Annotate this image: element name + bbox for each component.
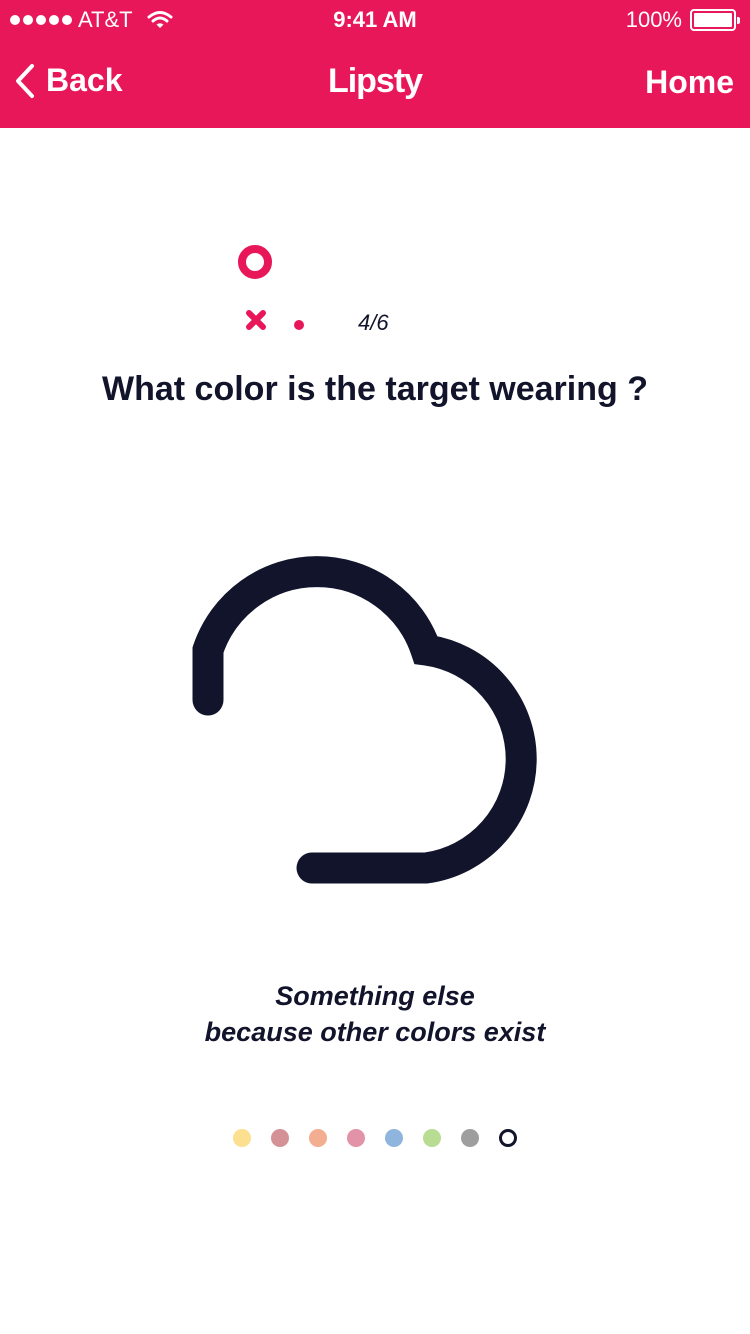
swatch-yellow[interactable] <box>233 1129 251 1147</box>
status-bar: AT&T 9:41 AM 100% <box>0 0 750 40</box>
step-counter: 4/6 <box>358 310 389 335</box>
home-button[interactable]: Home <box>645 64 734 101</box>
status-right: 100% <box>625 7 740 33</box>
app-header: AT&T 9:41 AM 100% Back Lipsty Home <box>0 0 750 128</box>
current-step-dot <box>294 320 304 330</box>
nav-bar: Back Lipsty Home <box>0 40 750 128</box>
swatch-mauve[interactable] <box>271 1129 289 1147</box>
swatch-peach[interactable] <box>309 1129 327 1147</box>
wrong-answer-icon <box>246 310 266 330</box>
swatch-blue[interactable] <box>385 1129 403 1147</box>
color-swatches <box>0 1129 750 1147</box>
answer-line-2: because other colors exist <box>204 1017 546 1047</box>
answer-line-1: Something else <box>275 981 475 1011</box>
answer-text: Something else because other colors exis… <box>0 978 750 1050</box>
question-text: What color is the target wearing ? <box>102 370 648 408</box>
swatch-green[interactable] <box>423 1129 441 1147</box>
battery-percent: 100% <box>625 7 682 32</box>
progress-ring-icon <box>238 245 272 279</box>
swatch-other[interactable] <box>499 1129 517 1147</box>
cloud-outline-icon <box>192 556 537 884</box>
battery-icon <box>690 9 740 31</box>
swatch-pink[interactable] <box>347 1129 365 1147</box>
swatch-gray[interactable] <box>461 1129 479 1147</box>
app-logo: Lipsty <box>327 62 423 100</box>
